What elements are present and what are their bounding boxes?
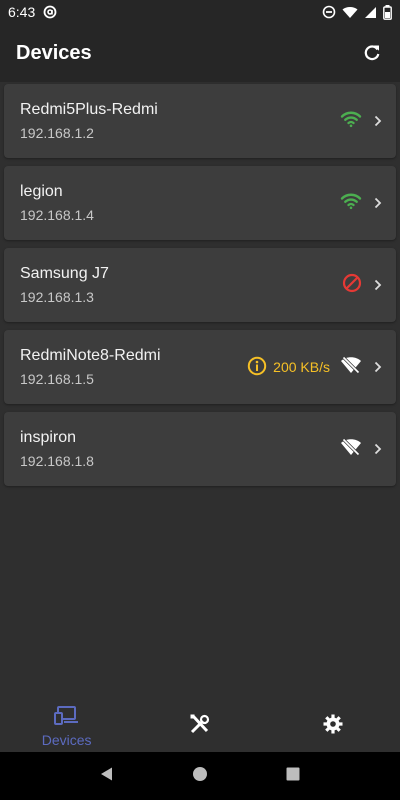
device-card-redminote8[interactable]: RedmiNote8-Redmi 192.168.1.5 200 KB/s (4, 330, 396, 404)
speed-value: 200 KB/s (273, 359, 330, 375)
device-name: Samsung J7 (20, 265, 109, 282)
battery-icon (383, 4, 392, 20)
chevron-right-icon (372, 279, 384, 291)
device-ip: 192.168.1.8 (20, 453, 94, 469)
device-name: inspiron (20, 429, 77, 446)
signal-icon (364, 6, 377, 19)
device-ip: 192.168.1.2 (20, 125, 94, 141)
status-bar: 6:43 (0, 0, 400, 24)
devices-icon (53, 705, 80, 730)
device-ip: 192.168.1.5 (20, 371, 94, 387)
home-icon[interactable] (192, 766, 208, 787)
speed-indicator: 200 KB/s (247, 356, 330, 379)
chevron-right-icon (372, 197, 384, 209)
app-bar: Devices (0, 24, 400, 82)
device-ip: 192.168.1.4 (20, 207, 94, 223)
device-card-legion[interactable]: legion 192.168.1.4 (4, 166, 396, 240)
do-not-disturb-icon (322, 5, 336, 19)
nav-devices-label: Devices (41, 731, 92, 748)
system-nav-bar (0, 752, 400, 800)
blocked-icon (342, 273, 362, 298)
wifi-off-icon (340, 355, 362, 379)
bottom-nav: Devices (0, 700, 400, 752)
device-name: legion (20, 183, 63, 200)
nav-tools[interactable] (133, 700, 266, 752)
info-icon (247, 356, 267, 379)
wifi-icon (342, 6, 358, 19)
nav-devices[interactable]: Devices (0, 700, 133, 752)
recents-icon[interactable] (285, 766, 301, 787)
page-title: Devices (16, 41, 92, 64)
device-ip: 192.168.1.3 (20, 289, 94, 305)
chevron-right-icon (372, 361, 384, 373)
device-name: Redmi5Plus-Redmi (20, 101, 158, 118)
settings-icon (322, 713, 344, 740)
wifi-icon (340, 192, 362, 215)
chevron-right-icon (372, 443, 384, 455)
nav-settings[interactable] (267, 700, 400, 752)
device-card-samsung-j7[interactable]: Samsung J7 192.168.1.3 (4, 248, 396, 322)
status-time: 6:43 (8, 4, 36, 20)
device-list: Redmi5Plus-Redmi 192.168.1.2 legion 192.… (4, 84, 396, 494)
refresh-icon[interactable] (360, 41, 384, 65)
at-sign-icon (43, 5, 57, 19)
wifi-icon (340, 110, 362, 133)
back-icon[interactable] (99, 766, 115, 787)
chevron-right-icon (372, 115, 384, 127)
device-name: RedmiNote8-Redmi (20, 347, 161, 364)
tools-icon (188, 712, 212, 741)
device-card-redmi5plus[interactable]: Redmi5Plus-Redmi 192.168.1.2 (4, 84, 396, 158)
device-card-inspiron[interactable]: inspiron 192.168.1.8 (4, 412, 396, 486)
wifi-off-icon (340, 437, 362, 461)
